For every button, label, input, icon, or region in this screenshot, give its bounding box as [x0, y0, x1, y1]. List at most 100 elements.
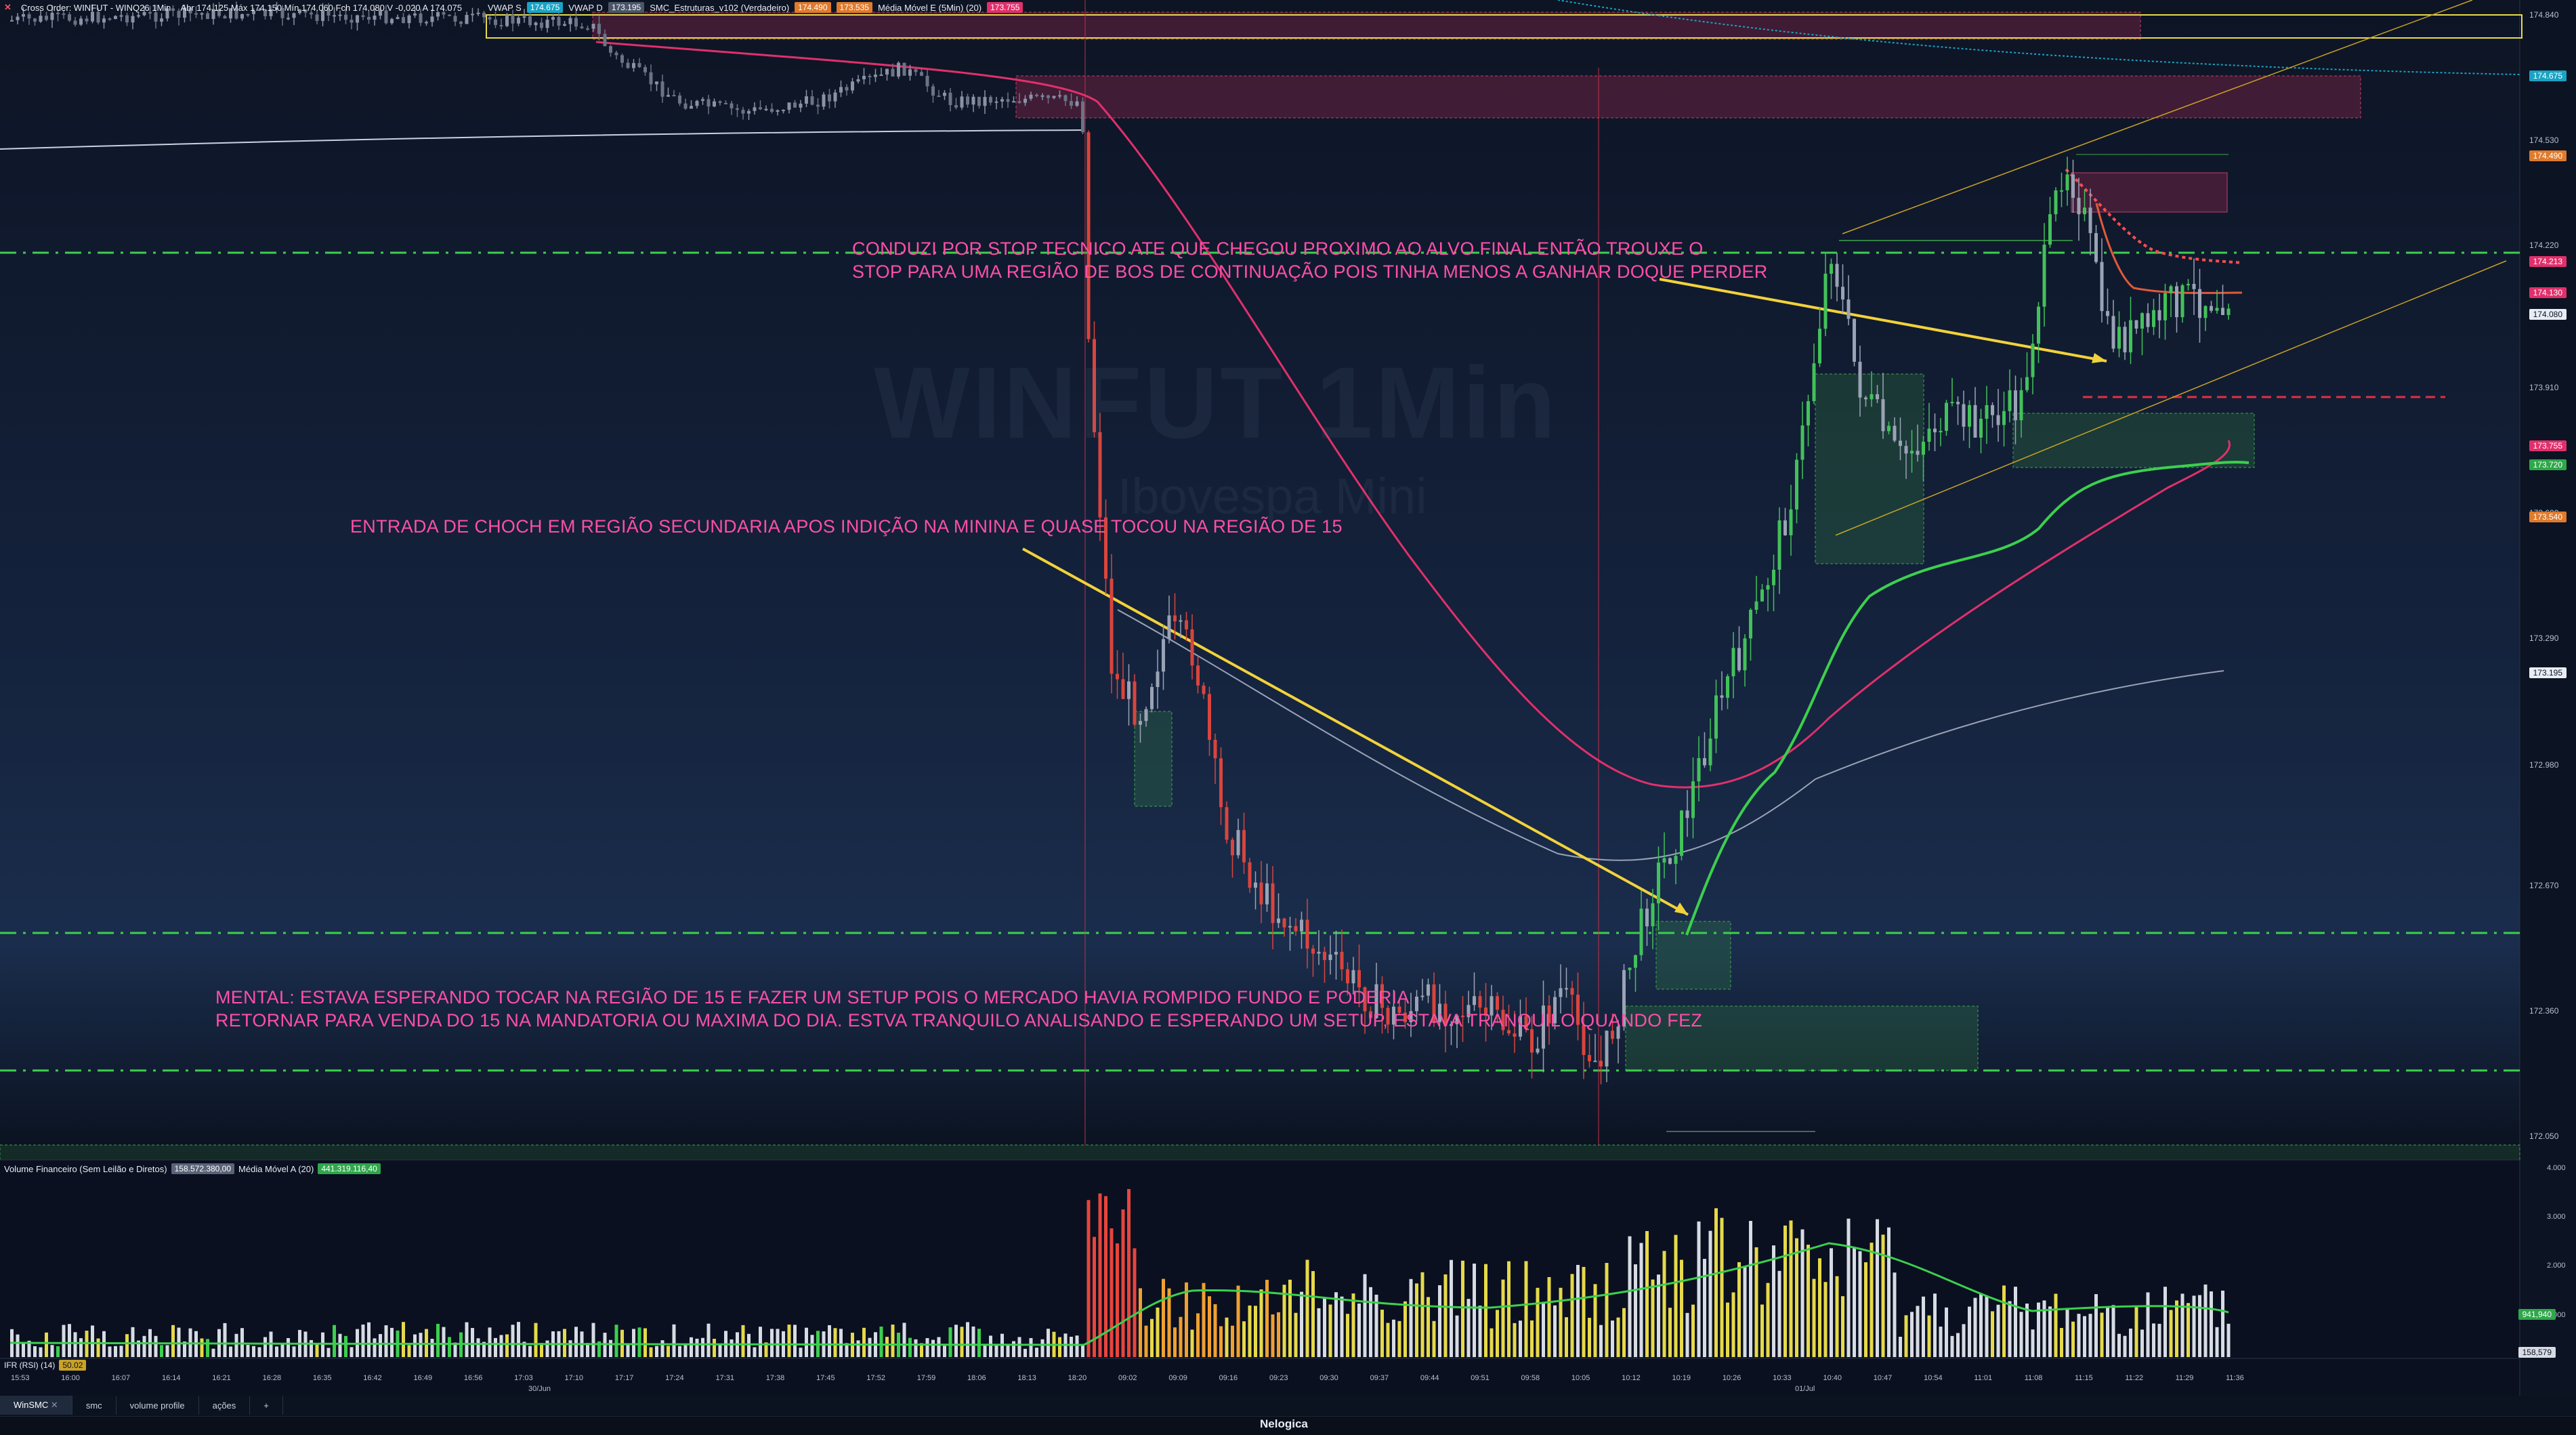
candle [960, 96, 964, 108]
candle [79, 18, 83, 25]
time-axis-label: 10:33 [1773, 1374, 1792, 1382]
volume-bar [683, 1345, 688, 1357]
candle [1662, 858, 1666, 863]
candle [591, 24, 595, 29]
close-icon[interactable]: ✕ [51, 1400, 58, 1410]
note-middle[interactable]: ENTRADA DE CHOCH EM REGIÃO SECUNDARIA AP… [350, 515, 1343, 538]
price-axis-label: 172.980 [2529, 760, 2559, 770]
candle [2221, 308, 2224, 315]
candle [1536, 1048, 1540, 1053]
indicator-label[interactable]: Média Móvel E (5Min) (20) [878, 3, 981, 13]
candle [620, 55, 624, 63]
volume-bar [73, 1332, 77, 1357]
candle [2002, 411, 2006, 425]
volume-bar [287, 1337, 290, 1357]
volume-bar [263, 1337, 267, 1357]
candle [1305, 919, 1309, 949]
volume-bar [1588, 1318, 1591, 1357]
volume-bar [1334, 1292, 1338, 1357]
volume-bar [1542, 1303, 1545, 1357]
time-axis-label: 16:00 [61, 1374, 80, 1382]
add-tab-button[interactable]: + [250, 1396, 283, 1415]
volume-bar [931, 1339, 935, 1357]
volume-bar [211, 1348, 215, 1357]
volume-bar [690, 1337, 693, 1357]
volume-bar [1876, 1219, 1879, 1357]
candle [1634, 955, 1637, 968]
volume-bar [2088, 1314, 2092, 1357]
candle [1910, 451, 1914, 454]
candle [2054, 190, 2058, 215]
candle [1236, 830, 1240, 856]
chart-title: Cross Order: WINFUT - WINQ26 1Min [20, 2, 171, 13]
tab-winsmc[interactable]: WinSMC ✕ [0, 1396, 72, 1415]
candle [787, 102, 791, 110]
supply-zone [592, 12, 2141, 40]
volume-bar [626, 1344, 630, 1357]
volume-bar [706, 1323, 711, 1357]
candle [119, 15, 123, 17]
candle [2123, 327, 2127, 353]
indicator-label[interactable]: VWAP S [488, 3, 522, 13]
close-icon[interactable]: ✕ [4, 2, 12, 13]
candle [776, 110, 780, 112]
candle [2210, 306, 2213, 311]
volume-bar [56, 1346, 60, 1357]
candle [868, 75, 872, 77]
candle [1086, 132, 1091, 339]
volume-bar [1991, 1311, 1994, 1357]
volume-axis-label: 2.000 [2547, 1262, 2566, 1270]
candle [85, 18, 89, 22]
volume-bar [229, 1346, 232, 1357]
volume-bar [499, 1335, 503, 1357]
volume-bar [1156, 1307, 1160, 1357]
volume-bar [1973, 1297, 1977, 1357]
candle [1202, 685, 1206, 694]
tab-volume-profile[interactable]: volume profile [117, 1396, 199, 1415]
candle [1939, 430, 1943, 433]
volume-bar [379, 1333, 382, 1357]
candle [1950, 402, 1954, 404]
volume-bar [131, 1327, 135, 1357]
volume-bar [1887, 1227, 1891, 1357]
time-axis-label: 16:42 [363, 1374, 382, 1382]
tab-acoes[interactable]: ações [199, 1396, 251, 1415]
candle [1922, 441, 1925, 455]
candle [908, 69, 912, 76]
candle [315, 14, 319, 21]
volume-bar [1047, 1329, 1050, 1357]
candle [1714, 695, 1718, 739]
note-bottom[interactable]: MENTAL: ESTAVA ESPERANDO TOCAR NA REGIÃO… [215, 986, 1702, 1032]
rsi-label[interactable]: IFR (RSI) (14) [4, 1360, 55, 1370]
volume-bar [292, 1346, 296, 1357]
price-chart[interactable] [0, 0, 2576, 1434]
volume-bar [1968, 1306, 1971, 1357]
symbol-watermark: WINFUT 1Min [874, 346, 1559, 459]
indicator-label[interactable]: VWAP D [568, 3, 603, 13]
candle [1599, 1060, 1603, 1067]
candle [1179, 620, 1183, 622]
volume-bar [114, 1346, 117, 1357]
candle [1139, 721, 1142, 725]
time-axis-label: 17:24 [665, 1374, 684, 1382]
time-axis-label: 09:23 [1269, 1374, 1288, 1382]
volume-bar [275, 1346, 278, 1357]
time-axis-label: 16:35 [312, 1374, 332, 1382]
tab-smc[interactable]: smc [72, 1396, 117, 1415]
note-top[interactable]: CONDUZI POR STOP TECNICO ATE QUE CHEGOU … [852, 237, 1768, 283]
volume-bar [902, 1323, 906, 1357]
candle [568, 18, 572, 24]
candle [1933, 428, 1937, 433]
candle [522, 16, 526, 18]
volume-bar [1282, 1285, 1286, 1357]
candle [741, 110, 745, 114]
candle [718, 101, 722, 103]
candle [1720, 695, 1724, 698]
candle [1282, 918, 1286, 928]
volume-title[interactable]: Volume Financeiro (Sem Leilão e Diretos) [4, 1164, 167, 1174]
volume-ma-label[interactable]: Média Móvel A (20) [238, 1164, 314, 1174]
volume-bar [948, 1327, 952, 1357]
indicator-label[interactable]: SMC_Estruturas_v102 (Verdadeiro) [650, 3, 789, 13]
candle [499, 24, 503, 26]
volume-bar [1317, 1308, 1321, 1357]
